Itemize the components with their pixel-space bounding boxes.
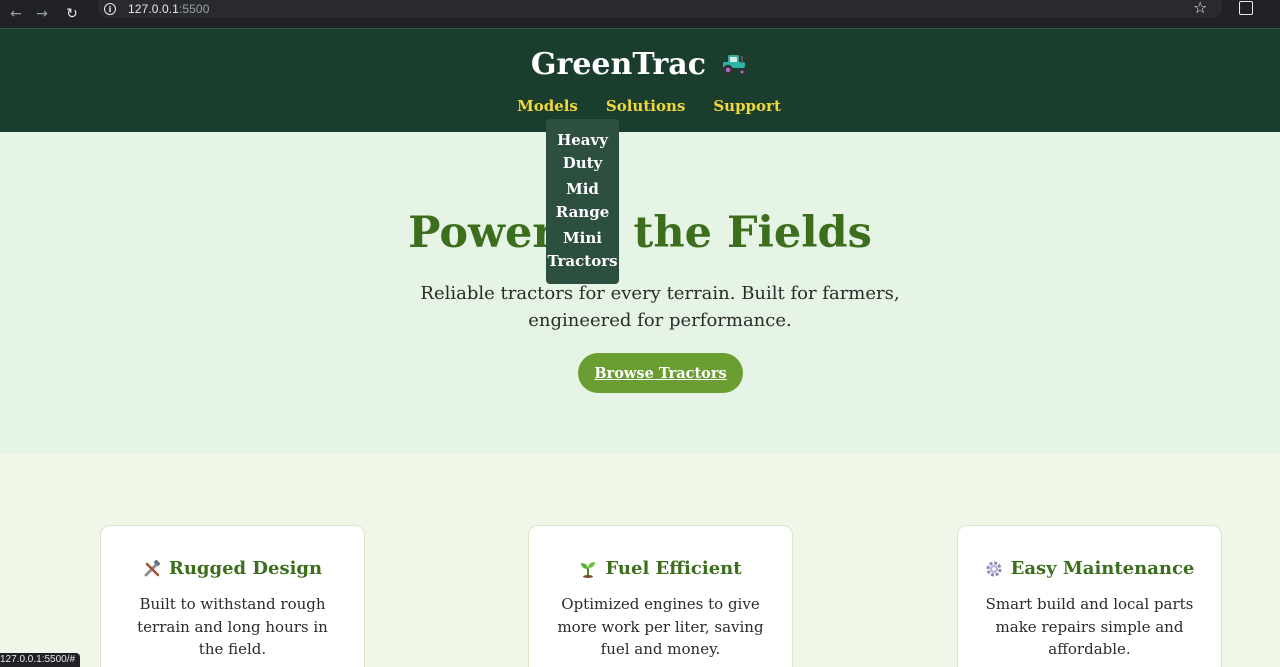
browse-tractors-button[interactable]: Browse Tractors [578, 353, 743, 393]
url-text: 127.0.0.1:5500 [128, 2, 210, 16]
models-dropdown: Heavy Duty Mid Range Mini Tractors [546, 119, 619, 284]
feature-text: Optimized engines to give more work per … [557, 595, 764, 658]
dropdown-item-mid-range[interactable]: Mid Range [546, 178, 619, 224]
forward-arrow-icon[interactable]: → [32, 4, 52, 24]
hero-subtitle: Reliable tractors for every terrain. Bui… [420, 283, 900, 331]
brand: GreenTrac [0, 47, 1280, 82]
seedling-icon [579, 560, 597, 578]
dropdown-item-heavy-duty[interactable]: Heavy Duty [546, 129, 619, 175]
browser-toolbar: ← → ↻ i 127.0.0.1:5500 ☆ [0, 0, 1280, 28]
hero-section: Power to the Fields Reliable tractors fo… [0, 132, 1280, 454]
site-info-icon[interactable]: i [104, 3, 116, 15]
features-section: Rugged Design Built to withstand rough t… [0, 454, 1280, 667]
feature-card-maintenance: Easy Maintenance Smart build and local p… [957, 525, 1222, 667]
nav-solutions[interactable]: Solutions [606, 97, 685, 115]
site-header: GreenTrac Models Solutions Support [0, 28, 1280, 132]
feature-title: Rugged Design [168, 558, 323, 579]
nav-support[interactable]: Support [713, 97, 781, 115]
main-nav: Models Solutions Support [0, 97, 1280, 115]
feature-text: Built to withstand rough terrain and lon… [137, 595, 328, 658]
status-bar-url: 127.0.0.1:5500/# [0, 653, 81, 667]
reload-icon[interactable]: ↻ [62, 4, 82, 24]
address-bar[interactable]: i 127.0.0.1:5500 [98, 0, 1222, 18]
tools-icon [143, 559, 161, 578]
feature-title: Easy Maintenance [1010, 558, 1195, 579]
feature-card-rugged: Rugged Design Built to withstand rough t… [100, 525, 365, 667]
brand-name: GreenTrac [530, 47, 706, 82]
hero-title: Power to the Fields [408, 208, 872, 258]
extensions-icon[interactable] [1239, 1, 1253, 15]
dropdown-item-mini-tractors[interactable]: Mini Tractors [546, 227, 619, 273]
tractor-icon [719, 52, 749, 76]
nav-models[interactable]: Models [517, 97, 578, 115]
gear-icon [985, 560, 1003, 578]
bookmark-star-icon[interactable]: ☆ [1193, 0, 1207, 16]
feature-title: Fuel Efficient [605, 558, 742, 579]
feature-text: Smart build and local parts make repairs… [985, 595, 1194, 658]
back-arrow-icon[interactable]: ← [6, 4, 26, 24]
feature-card-fuel: Fuel Efficient Optimized engines to give… [528, 525, 793, 667]
